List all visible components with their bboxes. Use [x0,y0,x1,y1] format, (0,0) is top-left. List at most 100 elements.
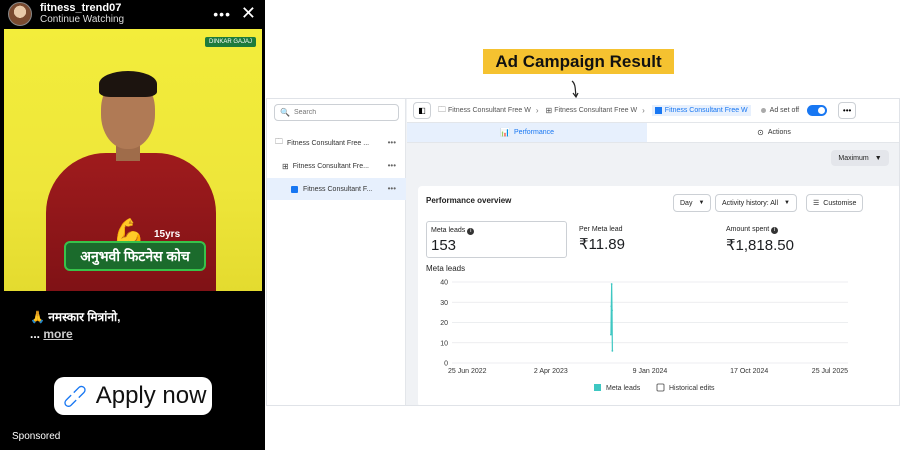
card-title: Performance overview [426,196,512,205]
arrow-down-icon [571,80,579,99]
legend-swatch [594,384,601,391]
performance-overview-card: Performance overview Day ▼ Activity hist… [418,186,899,405]
search-box[interactable]: 🔍 [274,104,399,121]
ads-manager-panel: 🔍 🗀 Fitness Consultant Free ... ••• ⊞ Fi… [266,98,900,406]
x-tick-label: 25 Jun 2022 [448,368,487,375]
tab-actions[interactable]: ⊙ Actions [647,123,899,142]
search-input[interactable] [293,109,394,116]
tree-item-campaign[interactable]: 🗀 Fitness Consultant Free ... ••• [267,132,406,154]
chevron-right-icon: › [642,106,645,115]
metric-label: Per Meta lead [579,226,623,233]
search-icon: 🔍 [280,108,290,117]
ads-tabs: 📊 Performance ⊙ Actions [407,123,899,143]
info-icon[interactable]: i [467,228,475,235]
bar-chart-icon: 📊 [499,128,510,137]
caption-more-link[interactable]: more [43,327,72,341]
breadcrumb-label: Fitness Consultant Free W [554,107,638,114]
customise-icon: ☰ [813,200,820,207]
status-dot [760,108,766,113]
apply-now-button[interactable]: ⊂⊃ Apply now [54,377,212,415]
legend-label: Meta leads [606,385,641,392]
brand-tag: DINKAR GAJAJ [204,37,256,47]
maximum-select[interactable]: Maximum ▼ [831,150,889,166]
ad-icon [654,107,662,114]
metric-label-row: Meta leads i [427,222,566,235]
link-icon: ⊂⊃ [56,377,93,414]
ad-icon [291,185,298,193]
data-point [611,349,614,352]
metric-meta-leads[interactable]: Meta leads i 153 [426,221,567,258]
legend-label: Historical edits [669,385,715,392]
activity-history-label: Activity history: All [722,199,779,207]
series-line [610,284,613,351]
page-title: Ad Campaign Result [483,49,674,74]
x-tick-label: 17 Oct 2024 [730,368,768,375]
more-horizontal-icon[interactable]: ••• [388,138,396,147]
metric-value: 153 [431,237,457,254]
story-username[interactable]: fitness_trend07 [40,3,124,14]
story-viewer: fitness_trend07 Continue Watching ••• ✕ … [0,0,265,450]
apply-now-label: Apply now [95,382,207,409]
tab-performance[interactable]: 📊 Performance [407,123,647,142]
breadcrumb-label: Fitness Consultant Free W [448,107,531,114]
caption-more-line: ... more [30,326,120,343]
metric-label: Meta leads [431,227,466,234]
more-horizontal-icon[interactable]: ••• [388,184,396,193]
day-select[interactable]: Day ▼ [673,194,712,212]
adset-status-label: Ad set off [769,107,800,114]
story-user-info: fitness_trend07 Continue Watching [40,3,125,26]
metric-value: ₹11.89 [579,236,625,253]
tree-item-adset[interactable]: ⊞ Fitness Consultant Fre... ••• [267,155,406,177]
fitness-coach-badge: अनुभवी फिटनेस कोच [64,241,206,271]
breadcrumb-campaign[interactable]: 🗀 Fitness Consultant Free W [438,104,531,118]
x-tick-label: 2 Apr 2023 [534,368,568,375]
y-tick-label: 0 [444,361,448,368]
metric-amount-spent[interactable]: Amount spent i ₹1,818.50 [722,221,872,258]
chevron-down-icon: ▼ [874,154,882,162]
actions-icon: ⊙ [757,128,764,137]
sidebar-toggle-icon[interactable]: ◧ [413,102,431,119]
story-video[interactable]: DINKAR GAJAJ 💪 15yrs अनुभवी फिटनेस कोच [4,29,262,291]
caption-line: 🙏 नमस्कार मित्रांनो, [30,310,121,324]
breadcrumb-label: Fitness Consultant Free W [664,107,748,114]
history-icon [656,383,665,392]
metric-value: ₹1,818.50 [726,237,794,254]
ad-toggle-switch[interactable] [807,105,828,116]
y-tick-label: 30 [440,300,448,307]
story-subtitle: Continue Watching [40,14,125,25]
maximum-label: Maximum [838,154,869,162]
more-horizontal-icon[interactable]: ••• [388,161,396,170]
breadcrumb-ad[interactable]: Fitness Consultant Free W [651,105,751,116]
grid-icon: ⊞ [282,161,289,171]
y-tick-label: 40 [440,280,448,287]
folder-icon: 🗀 [275,137,283,146]
grid-icon: ⊞ [545,106,553,115]
campaign-sidebar: 🔍 🗀 Fitness Consultant Free ... ••• ⊞ Fi… [267,99,406,405]
data-point [611,309,613,312]
data-point [610,305,613,308]
data-point [610,283,613,285]
close-icon[interactable]: ✕ [241,3,256,24]
folder-icon: 🗀 [438,104,446,114]
screenshot-root: fitness_trend07 Continue Watching ••• ✕ … [0,0,900,450]
metric-per-meta-lead[interactable]: Per Meta lead ₹11.89 [575,221,715,258]
tree-item-label: Fitness Consultant Free ... [287,139,370,147]
customise-label: Customise [823,199,857,207]
avatar[interactable] [8,2,32,26]
more-options-button[interactable]: ••• [838,102,857,119]
x-tick-label: 9 Jan 2024 [633,368,668,375]
tab-label: Performance [513,129,555,136]
day-select-label: Day [680,199,693,207]
info-icon[interactable]: i [771,227,779,234]
data-point [610,333,612,336]
activity-history-select[interactable]: Activity history: All ▼ [715,194,797,212]
tree-item-label: Fitness Consultant Fre... [292,162,369,170]
chevron-down-icon: ▼ [698,200,705,206]
story-caption: 🙏 नमस्कार मित्रांनो, ... more [30,309,120,343]
tree-item-ad[interactable]: Fitness Consultant F... ••• [267,178,406,200]
customise-button[interactable]: ☰ Customise [806,194,864,212]
more-horizontal-icon[interactable]: ••• [213,6,231,22]
sponsored-label: Sponsored [12,431,61,442]
story-header: fitness_trend07 Continue Watching ••• ✕ [0,0,265,28]
breadcrumb-adset[interactable]: ⊞ Fitness Consultant Free W [546,106,638,115]
